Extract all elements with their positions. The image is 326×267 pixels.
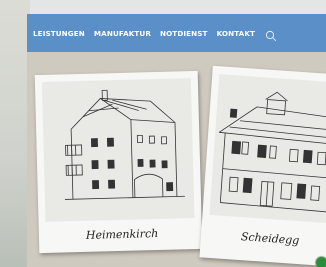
nav-item-notdienst[interactable]: NOTDIENST — [160, 29, 208, 38]
nav-item-manufaktur[interactable]: MANUFAKTUR — [94, 29, 151, 38]
nav-item-leistungen[interactable]: LEISTUNGEN — [33, 29, 85, 38]
main-navigation: LEISTUNGEN MANUFAKTUR NOTDIENST KONTAKT — [27, 14, 326, 52]
card-caption-heimenkirch: Heimenkirch — [85, 226, 159, 242]
nav-item-kontakt[interactable]: KONTAKT — [217, 29, 255, 38]
search-icon[interactable] — [265, 27, 277, 42]
page-top-band — [0, 0, 326, 14]
leaf-decoration — [311, 252, 326, 267]
card-caption-scheidegg: Scheidegg — [240, 230, 300, 248]
building-sketch-heimenkirch — [41, 78, 195, 222]
location-card-heimenkirch[interactable]: Heimenkirch — [34, 70, 203, 254]
page-background-left — [0, 0, 30, 267]
location-card-scheidegg[interactable]: Scheidegg — [199, 65, 326, 267]
building-sketch-scheidegg — [209, 74, 326, 224]
